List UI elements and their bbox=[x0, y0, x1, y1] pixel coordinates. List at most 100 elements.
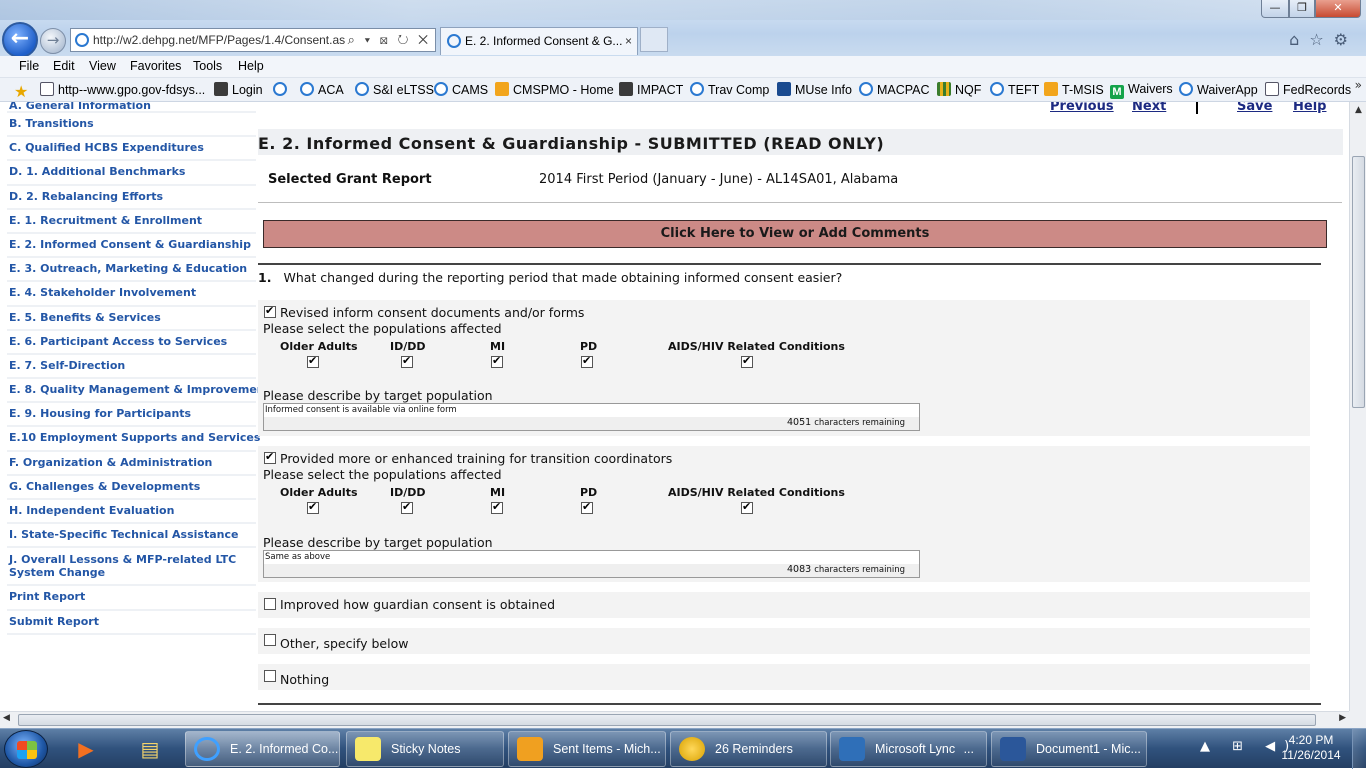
horizontal-scrollbar[interactable]: ◀ ▶ bbox=[0, 711, 1349, 728]
scroll-left-icon[interactable]: ◀ bbox=[3, 713, 10, 723]
menu-help[interactable]: Help bbox=[238, 59, 264, 73]
option-checkbox[interactable] bbox=[264, 598, 276, 610]
task-reminders[interactable]: 26 Reminders bbox=[670, 731, 827, 767]
fav-cmspmo[interactable]: CMSPMO - Home bbox=[495, 82, 614, 97]
population-iddd-checkbox[interactable] bbox=[401, 500, 413, 514]
population-aids-hiv-checkbox[interactable] bbox=[741, 500, 753, 514]
sidebar-item-benefits[interactable]: E. 5. Benefits & Services bbox=[7, 307, 256, 331]
fav-fedrecords[interactable]: FedRecords bbox=[1265, 82, 1351, 97]
sidebar-item-housing[interactable]: E. 9. Housing for Participants bbox=[7, 403, 256, 428]
scroll-right-icon[interactable]: ▶ bbox=[1339, 713, 1346, 723]
back-button[interactable]: ← bbox=[2, 22, 38, 58]
sidebar-item-recruitment[interactable]: E. 1. Recruitment & Enrollment bbox=[7, 210, 256, 234]
task-sticky-notes[interactable]: Sticky Notes bbox=[346, 731, 504, 767]
description-textarea[interactable]: Informed consent is available via online… bbox=[263, 403, 920, 431]
impact-icon bbox=[619, 82, 633, 96]
previous-link[interactable]: Previous bbox=[1050, 102, 1114, 114]
sidebar-item-informed-consent[interactable]: E. 2. Informed Consent & Guardianship bbox=[7, 234, 256, 259]
address-bar[interactable]: http://w2.dehpg.net/MFP/Pages/1.4/Consen… bbox=[70, 28, 436, 52]
menu-edit[interactable]: Edit bbox=[53, 59, 75, 73]
fav-nqf[interactable]: NQF bbox=[937, 82, 981, 97]
fav-waivers[interactable]: M Waivers bbox=[1110, 82, 1173, 99]
option-checkbox[interactable] bbox=[264, 634, 276, 646]
close-window-button[interactable]: ✕ bbox=[1315, 0, 1361, 18]
file-explorer-icon[interactable]: ▤ bbox=[130, 732, 170, 766]
fav-teft[interactable]: TEFT bbox=[990, 82, 1039, 97]
sidebar-item-participant-access[interactable]: E. 6. Participant Access to Services bbox=[7, 331, 256, 355]
address-controls[interactable]: ⌕ ▾ ⊠ ↻ ✕ bbox=[348, 29, 431, 51]
vertical-scroll-thumb[interactable] bbox=[1352, 156, 1365, 408]
fav-tmsis[interactable]: T-MSIS bbox=[1044, 82, 1104, 97]
media-player-icon[interactable]: ▶ bbox=[66, 732, 106, 766]
tab-close-icon[interactable]: × bbox=[625, 28, 632, 54]
population-pd-checkbox[interactable] bbox=[581, 500, 593, 514]
sidebar-item-organization[interactable]: F. Organization & Administration bbox=[7, 452, 256, 476]
menu-favorites[interactable]: Favorites bbox=[130, 59, 181, 73]
task-word-document[interactable]: Document1 - Mic... bbox=[991, 731, 1147, 767]
fav-si-eltss[interactable]: S&I eLTSS bbox=[355, 82, 434, 97]
save-link[interactable]: Save bbox=[1237, 102, 1272, 114]
population-mi-checkbox[interactable] bbox=[491, 354, 503, 368]
task-internet-explorer[interactable]: E. 2. Informed Co... bbox=[185, 731, 340, 767]
help-link[interactable]: Help bbox=[1293, 102, 1326, 114]
sidebar-item-overall-lessons[interactable]: J. Overall Lessons & MFP-related LTC Sys… bbox=[7, 548, 256, 587]
sidebar-item-general-information[interactable]: A. General Information bbox=[7, 102, 256, 113]
fav-cams[interactable]: CAMS bbox=[434, 82, 488, 97]
fav-trav-comp[interactable]: Trav Comp bbox=[690, 82, 769, 97]
system-clock[interactable]: 4:20 PM 11/26/2014 bbox=[1278, 733, 1344, 763]
option-checkbox[interactable] bbox=[264, 670, 276, 682]
sidebar-item-employment[interactable]: E.10 Employment Supports and Services bbox=[7, 427, 260, 452]
horizontal-scroll-thumb[interactable] bbox=[18, 714, 1316, 726]
population-aids-hiv-checkbox[interactable] bbox=[741, 354, 753, 368]
fav-login[interactable]: Login bbox=[214, 82, 263, 97]
home-favorites-tools-icons[interactable]: ⌂☆⚙ bbox=[1289, 30, 1358, 49]
fav-impact[interactable]: IMPACT bbox=[619, 82, 683, 97]
sidebar-item-qualified-hcbs[interactable]: C. Qualified HCBS Expenditures bbox=[7, 137, 256, 162]
sidebar-item-independent-evaluation[interactable]: H. Independent Evaluation bbox=[7, 500, 256, 525]
sidebar-item-additional-benchmarks[interactable]: D. 1. Additional Benchmarks bbox=[7, 161, 256, 186]
fav-waiverapp[interactable]: WaiverApp bbox=[1179, 82, 1258, 97]
option-checkbox[interactable] bbox=[264, 304, 276, 318]
new-tab-button[interactable] bbox=[640, 27, 668, 52]
menu-view[interactable]: View bbox=[89, 59, 116, 73]
fav-aca[interactable]: ACA bbox=[300, 82, 344, 97]
menu-file[interactable]: File bbox=[19, 59, 39, 73]
option-checkbox[interactable] bbox=[264, 450, 276, 464]
view-add-comments-button[interactable]: Click Here to View or Add Comments bbox=[263, 220, 1327, 248]
fav-gpo[interactable]: http--www.gpo.gov-fdsys... bbox=[40, 82, 205, 97]
tab-current[interactable]: E. 2. Informed Consent & G... × bbox=[440, 27, 638, 55]
favorites-more-chevron-icon[interactable]: » bbox=[1355, 78, 1362, 92]
forward-button[interactable]: → bbox=[40, 28, 66, 54]
population-pd-checkbox[interactable] bbox=[581, 354, 593, 368]
sidebar-item-quality-management[interactable]: E. 8. Quality Management & Improvement bbox=[7, 379, 270, 404]
menu-tools[interactable]: Tools bbox=[193, 59, 222, 73]
fav-blank[interactable] bbox=[273, 82, 291, 97]
task-microsoft-lync[interactable]: Microsoft Lync... bbox=[830, 731, 987, 767]
sidebar-item-print-report[interactable]: Print Report bbox=[7, 586, 256, 611]
fav-macpac[interactable]: MACPAC bbox=[859, 82, 930, 97]
population-older-adults-checkbox[interactable] bbox=[307, 354, 319, 368]
population-pd-label: PD bbox=[580, 486, 598, 499]
scroll-up-icon[interactable]: ▲ bbox=[1350, 102, 1366, 119]
population-older-adults-checkbox[interactable] bbox=[307, 500, 319, 514]
sidebar-item-transitions[interactable]: B. Transitions bbox=[7, 113, 256, 138]
sidebar-item-rebalancing-efforts[interactable]: D. 2. Rebalancing Efforts bbox=[7, 186, 256, 210]
vertical-scrollbar[interactable]: ▲ bbox=[1349, 102, 1366, 711]
maximize-button[interactable]: ❐ bbox=[1289, 0, 1315, 18]
next-link[interactable]: Next bbox=[1132, 102, 1166, 114]
population-mi-checkbox[interactable] bbox=[491, 500, 503, 514]
minimize-button[interactable]: — bbox=[1261, 0, 1289, 18]
start-button[interactable] bbox=[4, 730, 48, 768]
show-desktop-button[interactable] bbox=[1352, 729, 1366, 769]
sidebar-item-submit-report[interactable]: Submit Report bbox=[7, 611, 256, 635]
population-iddd-checkbox[interactable] bbox=[401, 354, 413, 368]
task-outlook-sent-items[interactable]: Sent Items - Mich... bbox=[508, 731, 666, 767]
sidebar-item-challenges[interactable]: G. Challenges & Developments bbox=[7, 476, 256, 500]
sidebar-item-outreach[interactable]: E. 3. Outreach, Marketing & Education bbox=[7, 258, 256, 283]
sidebar-item-stakeholder[interactable]: E. 4. Stakeholder Involvement bbox=[7, 282, 256, 307]
fav-muse-info[interactable]: MUse Info bbox=[777, 82, 852, 97]
sidebar-item-self-direction[interactable]: E. 7. Self-Direction bbox=[7, 355, 256, 380]
sidebar-item-technical-assistance[interactable]: I. State-Specific Technical Assistance bbox=[7, 524, 256, 549]
favorites-star-icon[interactable]: ★ bbox=[14, 82, 32, 101]
description-textarea[interactable]: Same as above 4083 characters remaining bbox=[263, 550, 920, 578]
